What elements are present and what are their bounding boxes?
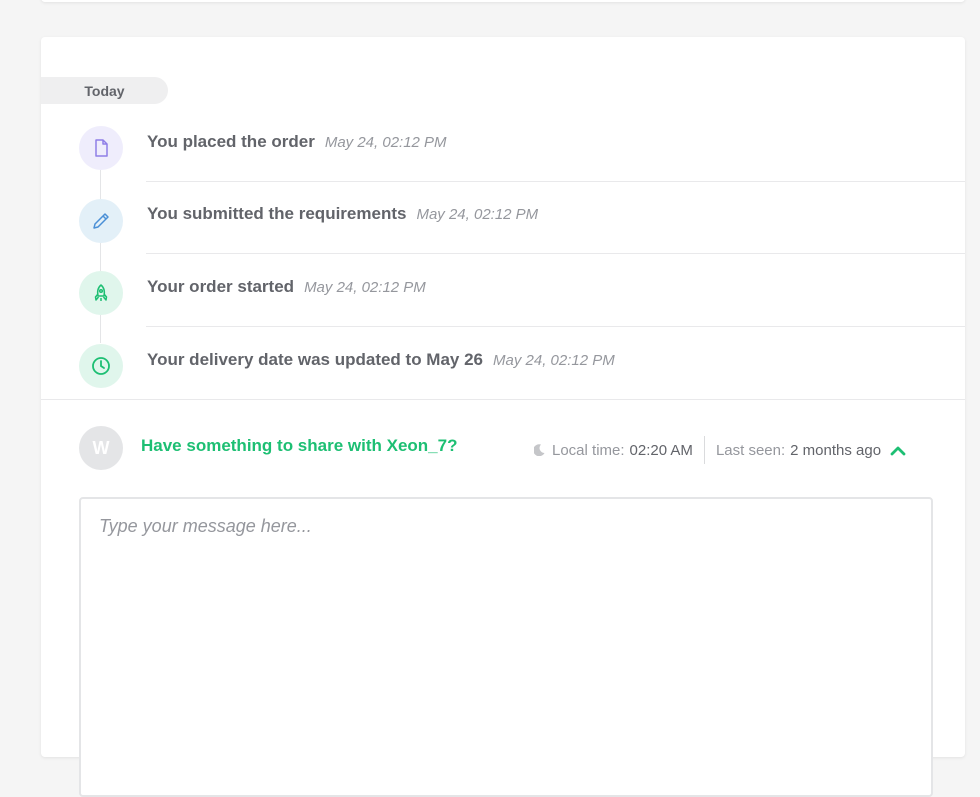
timeline-connector [100,315,101,343]
timeline-event-title: You placed the order [147,132,315,151]
timeline-event-time: May 24, 02:12 PM [416,206,539,223]
timeline-event-title: You submitted the requirements [147,204,407,223]
rocket-icon [94,284,108,301]
timeline-event-time: May 24, 02:12 PM [493,352,615,369]
timeline-event-time: May 24, 02:12 PM [324,134,447,151]
timeline-event-time: May 24, 02:12 PM [304,279,426,296]
row-divider [146,181,965,182]
moon-icon [534,444,545,456]
meta-separator [703,436,705,464]
timeline-event-started: Your order started May 24, 02:12 PM [147,277,426,301]
local-time-value: 02:20 AM [629,441,693,459]
avatar: W [79,426,123,470]
timeline-event-delivery: Your delivery date was updated to May 26… [147,350,615,374]
timeline-date-label: Today [41,77,168,104]
order-activity-card: Today You placed the order May 24, 02:12… [41,37,965,797]
timeline-connector [100,243,101,271]
document-icon [95,139,108,157]
timeline-event-requirements: You submitted the requirements May 24, 0… [147,204,538,228]
previous-card [41,0,965,2]
timeline-event-icon-requirements [79,199,123,243]
section-divider [41,399,965,400]
pencil-icon [93,213,109,229]
timeline-event-icon-started [79,271,123,315]
local-time-label: Local time: [552,441,625,459]
chevron-up-icon[interactable] [890,445,906,456]
timeline-event-icon-order-placed [79,126,123,170]
last-seen-value: 2 months ago [790,441,882,459]
share-prompt: Have something to share with Xeon_7? [141,436,458,455]
message-input[interactable] [79,497,933,797]
seller-status: Local time: 02:20 AM Last seen: 2 months… [534,436,906,464]
timeline-event-title: Your order started [147,277,295,296]
row-divider [146,253,965,254]
last-seen-label: Last seen: [715,441,786,459]
timeline-event-placed: You placed the order May 24, 02:12 PM [147,132,447,156]
clock-icon [92,357,110,375]
row-divider [146,326,965,327]
timeline-connector [100,170,101,200]
timeline-event-icon-delivery [79,344,123,388]
timeline-event-title: Your delivery date was updated to May 26 [147,350,484,369]
